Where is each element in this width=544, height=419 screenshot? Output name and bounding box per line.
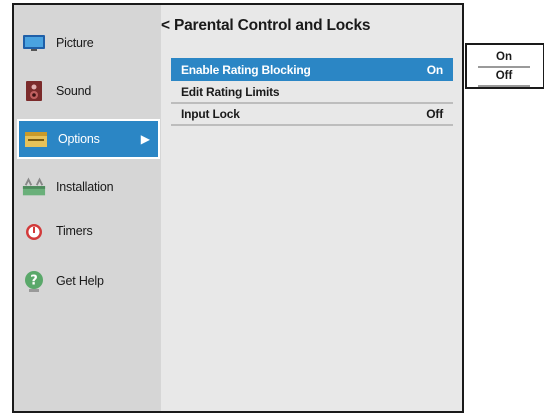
sidebar-item-options[interactable]: Options ▶	[17, 119, 160, 159]
chevron-right-icon: ▶	[140, 132, 150, 146]
menu-row-value: Off	[426, 106, 443, 121]
menu-row-value: On	[426, 62, 443, 77]
sidebar-item-sound[interactable]: Sound	[14, 71, 161, 111]
value-submenu: On Off	[465, 43, 544, 89]
submenu-option-off[interactable]: Off	[478, 67, 530, 87]
help-icon: ?	[22, 269, 46, 293]
sidebar-item-timers[interactable]: Timers	[14, 211, 161, 251]
menu-row-enable-rating-blocking[interactable]: Enable Rating Blocking On	[171, 58, 453, 81]
svg-text:?: ?	[30, 274, 38, 289]
sidebar: Picture Sound Options ▶ Installation Tim…	[14, 5, 161, 411]
sidebar-item-label: Picture	[56, 36, 94, 50]
page-title[interactable]: < Parental Control and Locks	[161, 17, 370, 35]
sidebar-item-get-help[interactable]: ? Get Help	[14, 261, 161, 301]
main-panel: < Parental Control and Locks Enable Rati…	[161, 5, 462, 411]
sidebar-item-label: Options	[58, 132, 100, 146]
menu-row-label: Edit Rating Limits	[181, 84, 280, 99]
menu-row-label: Input Lock	[181, 106, 240, 121]
sidebar-item-installation[interactable]: Installation	[14, 167, 161, 207]
speaker-icon	[22, 79, 46, 103]
sidebar-item-label: Sound	[56, 84, 92, 98]
sidebar-item-label: Installation	[56, 180, 114, 194]
menu-row-label: Enable Rating Blocking	[181, 62, 311, 77]
timer-icon	[22, 219, 46, 243]
menu-row-input-lock[interactable]: Input Lock Off	[171, 103, 453, 126]
sidebar-item-label: Timers	[56, 224, 93, 238]
submenu-option-on[interactable]: On	[478, 48, 530, 68]
options-icon	[24, 127, 48, 151]
sidebar-item-picture[interactable]: Picture	[14, 23, 161, 63]
installation-icon	[22, 175, 46, 199]
picture-icon	[22, 31, 46, 55]
sidebar-item-label: Get Help	[56, 274, 104, 288]
tv-menu-window: Picture Sound Options ▶ Installation Tim…	[12, 3, 464, 413]
menu-row-edit-rating-limits[interactable]: Edit Rating Limits	[171, 81, 453, 104]
